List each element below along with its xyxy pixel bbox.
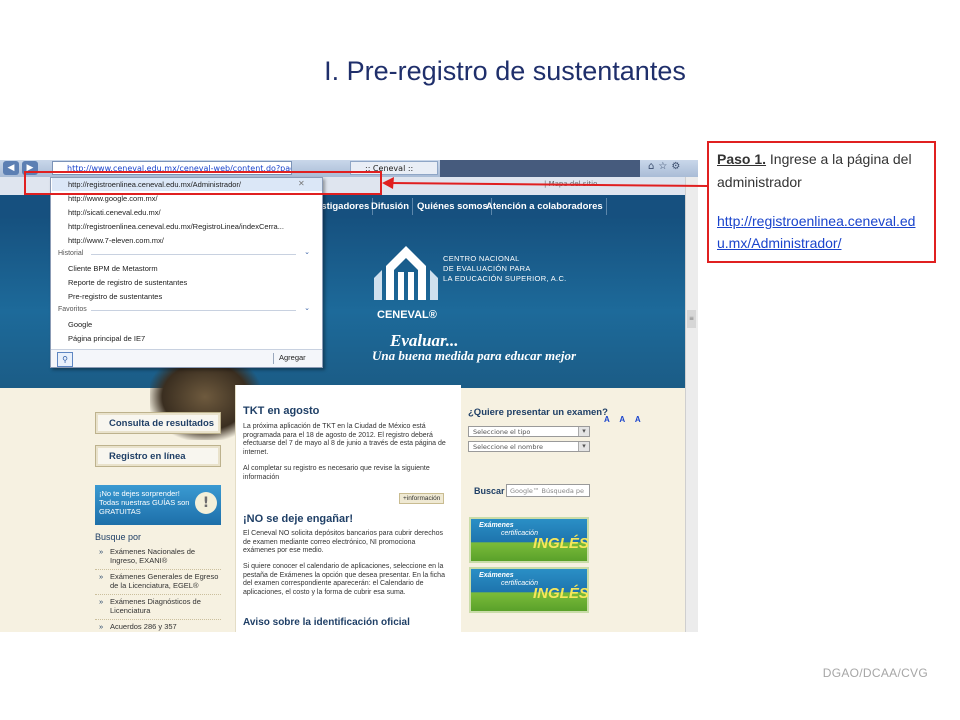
list-item[interactable]: Exámenes Generales de Egreso de la Licen… bbox=[95, 570, 221, 595]
more-info-button[interactable]: +información bbox=[399, 493, 445, 504]
exam-name-select[interactable]: Seleccione el nombre bbox=[468, 441, 590, 452]
toolbar-icons[interactable]: ⌂☆⚙ bbox=[648, 161, 684, 172]
news-paragraph: El Ceneval NO solicita depósitos bancari… bbox=[243, 530, 443, 554]
scrollbar-thumb[interactable]: ≡ bbox=[687, 310, 696, 328]
ceneval-logo-icon bbox=[374, 246, 438, 300]
news-paragraph: Si quiere conocer el calendario de aplic… bbox=[243, 563, 445, 596]
list-item[interactable]: Acuerdos 286 y 357 bbox=[95, 620, 221, 632]
highlight-box bbox=[24, 171, 382, 195]
news-paragraph: La próxima aplicación de TKT en la Ciuda… bbox=[243, 423, 446, 456]
dropdown-favorite-item[interactable]: Página principal de IE7 bbox=[68, 332, 145, 345]
news-title-tkt: TKT en agosto bbox=[243, 405, 320, 417]
chevron-down-icon[interactable]: ⌄ bbox=[304, 304, 310, 312]
dropdown-url-item[interactable]: http://sicati.ceneval.edu.mx/ bbox=[68, 206, 161, 219]
instruction-callout: Paso 1. Ingrese a la página del administ… bbox=[707, 141, 936, 263]
dropdown-history-item[interactable]: Reporte de registro de sustentantes bbox=[68, 276, 187, 289]
warning-icon: ! bbox=[195, 492, 217, 514]
news-title-warning: ¡NO se deje engañar! bbox=[243, 513, 354, 525]
registro-en-linea-button[interactable]: Registro en línea bbox=[95, 445, 221, 467]
scrollbar[interactable] bbox=[685, 177, 698, 632]
news-column: TKT en agosto La próxima aplicación de T… bbox=[235, 385, 461, 632]
divider bbox=[91, 310, 296, 311]
ingles-banner[interactable]: Exámenes certificación INGLÉS bbox=[469, 517, 589, 563]
list-item[interactable]: Exámenes Diagnósticos de Licenciatura bbox=[95, 595, 221, 620]
news-paragraph: Al completar su registro es necesario qu… bbox=[243, 465, 430, 481]
dropdown-section-history: Historial bbox=[58, 250, 84, 257]
arrow-icon bbox=[382, 177, 708, 189]
exam-question: ¿Quiere presentar un examen? bbox=[468, 407, 608, 418]
exam-type-select[interactable]: Seleccione el tipo bbox=[468, 426, 590, 437]
busque-por-label: Busque por bbox=[95, 532, 142, 542]
dropdown-history-item[interactable]: Cliente BPM de Metastorm bbox=[68, 262, 158, 275]
dropdown-history-item[interactable]: Pre-registro de sustentantes bbox=[68, 290, 162, 303]
slogan-sub: Una buena medida para educar mejor bbox=[372, 348, 577, 363]
search-icon[interactable]: ⚲ bbox=[57, 352, 73, 367]
administrator-link[interactable]: http://registroenlinea.ceneval.edu.mx/Ad… bbox=[717, 210, 926, 254]
consulta-resultados-button[interactable]: Consulta de resultados bbox=[95, 412, 221, 434]
list-item[interactable]: Exámenes Nacionales de Ingreso, EXANI® bbox=[95, 545, 221, 570]
chevron-down-icon[interactable]: ⌄ bbox=[304, 248, 310, 256]
font-size-controls[interactable]: A A A bbox=[604, 415, 645, 424]
exam-category-list: Exámenes Nacionales de Ingreso, EXANI® E… bbox=[95, 545, 221, 632]
back-icon[interactable]: ◀ bbox=[3, 161, 19, 175]
dropdown-url-item[interactable]: http://www.7-eleven.com.mx/ bbox=[68, 234, 164, 247]
buscar-label: Buscar bbox=[474, 486, 505, 496]
address-dropdown: http://registroenlinea.ceneval.edu.mx/Ad… bbox=[50, 177, 323, 368]
footer-credit: DGAO/DCAA/CVG bbox=[822, 666, 928, 680]
ingles-banner[interactable]: Exámenes certificación INGLÉS bbox=[469, 567, 589, 613]
step-label: Paso 1. bbox=[717, 151, 767, 167]
brand-name: CENEVAL® bbox=[377, 309, 437, 321]
dropdown-footer: ⚲ Agregar bbox=[51, 349, 322, 367]
dropdown-url-item[interactable]: http://registroenlinea.ceneval.edu.mx/Re… bbox=[68, 220, 284, 233]
dropdown-favorite-item[interactable]: Google bbox=[68, 318, 92, 331]
org-name: CENTRO NACIONAL DE EVALUACIÓN PARA LA ED… bbox=[443, 254, 567, 283]
divider bbox=[91, 254, 296, 255]
divider bbox=[273, 353, 274, 364]
news-title-aviso: Aviso sobre la identificación oficial bbox=[243, 617, 410, 628]
nav-item-quienes-somos[interactable]: Quiénes somos bbox=[414, 198, 492, 215]
google-search-input[interactable]: Google™ Búsqueda pe bbox=[506, 484, 590, 497]
dropdown-section-favorites: Favoritos bbox=[58, 306, 87, 313]
nav-item-difusion[interactable]: Difusión bbox=[368, 198, 413, 215]
add-favorite-button[interactable]: Agregar bbox=[279, 353, 306, 362]
nav-item-atencion[interactable]: Atención a colaboradores bbox=[483, 198, 607, 215]
slide-title: I. Pre-registro de sustentantes bbox=[324, 56, 686, 86]
